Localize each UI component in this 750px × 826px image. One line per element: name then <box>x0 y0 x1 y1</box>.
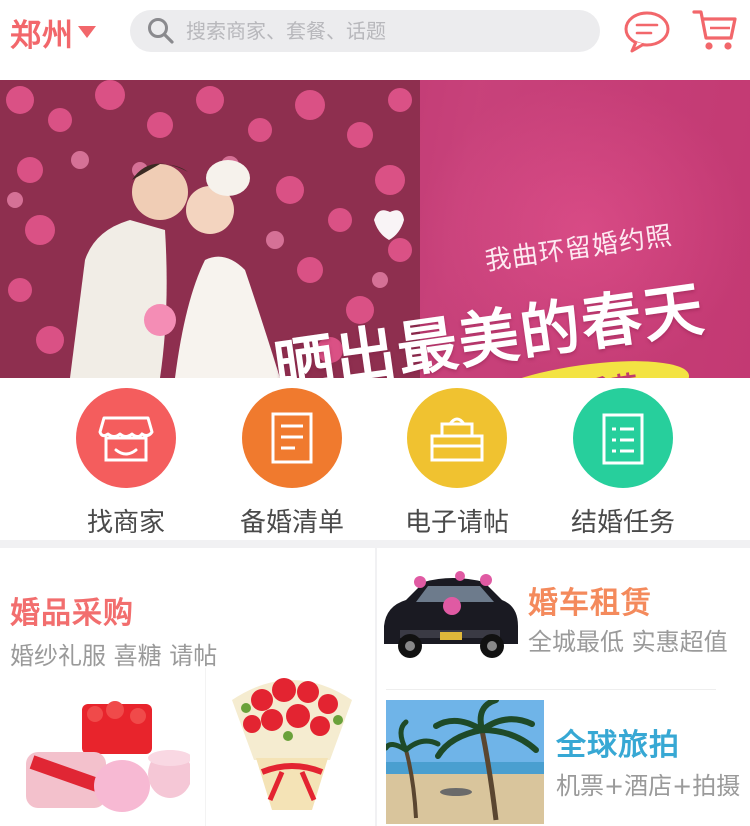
promo-car-title[interactable]: 婚车租赁 <box>528 578 652 622</box>
wedding-car-image[interactable] <box>380 566 522 670</box>
category-label: 电子请帖 <box>404 508 509 538</box>
chat-bubble-icon[interactable] <box>622 8 672 54</box>
storefront-icon <box>76 388 176 488</box>
city-selector[interactable]: 郑州 <box>10 12 96 54</box>
caret-down-icon <box>78 26 96 38</box>
wedding-gift-box-image[interactable] <box>20 696 190 824</box>
category-find-merchant[interactable]: 找商家 <box>56 388 196 538</box>
category-label: 备婚清单 <box>239 508 344 538</box>
beach-travel-image[interactable] <box>386 700 544 824</box>
category-wedding-tasks[interactable]: 结婚任务 <box>553 388 693 538</box>
shopping-cart-icon[interactable] <box>690 6 740 54</box>
checklist-icon <box>242 388 342 488</box>
promo-travel-subtitle: 机票+酒店+拍摄 <box>556 772 741 800</box>
search-input[interactable] <box>186 19 586 43</box>
city-name: 郑州 <box>10 17 74 54</box>
category-e-invitation[interactable]: 电子请帖 <box>387 388 527 538</box>
rose-bouquet-image[interactable] <box>222 660 362 824</box>
promo-car-subtitle: 全城最低 实惠超值 <box>528 628 728 656</box>
hero-banner[interactable]: 我曲环留婚约照 晒出最美的春天 美丽季节 <box>0 80 750 378</box>
promo-shopping-subtitle: 婚纱礼服 喜糖 请帖 <box>10 642 218 670</box>
category-wedding-checklist[interactable]: 备婚清单 <box>222 388 362 538</box>
category-row: 找商家 备婚清单 电子请帖 结婚任务 <box>0 378 750 538</box>
promo-shopping-title[interactable]: 婚品采购 <box>10 588 134 632</box>
task-list-icon <box>573 388 673 488</box>
category-label: 结婚任务 <box>570 508 675 538</box>
column-divider <box>375 548 377 826</box>
promo-travel-title[interactable]: 全球旅拍 <box>556 720 680 764</box>
search-icon <box>148 18 174 44</box>
section-divider <box>0 540 750 548</box>
row-divider <box>386 689 716 690</box>
top-bar: 郑州 <box>0 0 750 70</box>
thumb-divider <box>205 668 206 826</box>
cake-icon <box>407 388 507 488</box>
category-label: 找商家 <box>86 508 165 538</box>
search-bar[interactable] <box>130 10 600 52</box>
